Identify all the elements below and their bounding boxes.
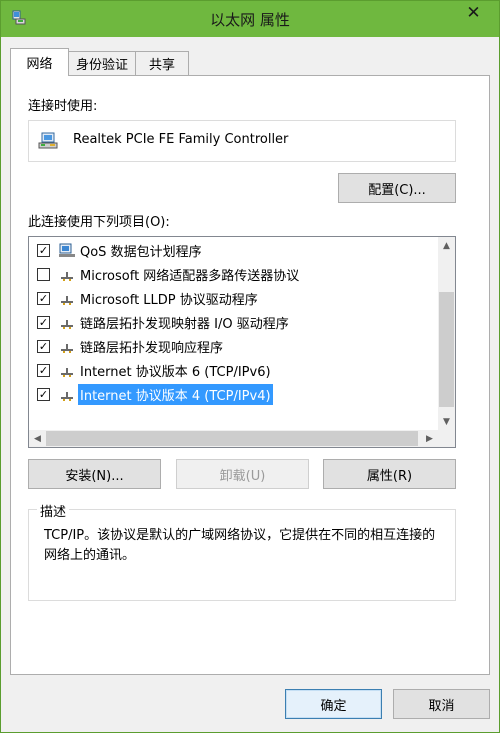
protocol-icon xyxy=(61,296,73,305)
item-label: QoS 数据包计划程序 xyxy=(80,244,202,260)
vertical-scroll-thumb[interactable] xyxy=(439,292,454,407)
title-bar[interactable]: 以太网 属性 ✕ xyxy=(1,1,499,37)
vertical-scrollbar[interactable]: ▲ ▼ xyxy=(438,237,455,430)
properties-button[interactable]: 属性(R) xyxy=(323,459,456,489)
install-button[interactable]: 安装(N)... xyxy=(28,459,161,489)
qos-scheduler-icon xyxy=(59,243,75,257)
protocol-icon xyxy=(61,344,73,353)
description-title: 描述 xyxy=(37,501,70,520)
close-button[interactable]: ✕ xyxy=(458,2,489,24)
checkbox-multiplexor[interactable] xyxy=(37,267,50,281)
horizontal-scrollbar[interactable]: ◀ ▶ xyxy=(29,430,455,447)
close-icon: ✕ xyxy=(466,3,481,23)
components-list[interactable]: ✓ QoS 数据包计划程序 Microsoft 网络适配器多路传送器协议 ✓ M… xyxy=(28,236,456,448)
tab-authentication-label: 身份验证 xyxy=(75,58,128,73)
list-item-selected[interactable]: ✓ Internet 协议版本 4 (TCP/IPv4) xyxy=(29,382,439,406)
list-item[interactable]: ✓ 链路层拓扑发现响应程序 xyxy=(29,334,439,358)
scroll-left-icon[interactable]: ◀ xyxy=(29,430,46,447)
scroll-right-icon[interactable]: ▶ xyxy=(421,430,438,447)
horizontal-scroll-thumb[interactable] xyxy=(46,431,418,446)
tab-authentication[interactable]: 身份验证 xyxy=(68,51,136,75)
protocol-icon xyxy=(61,272,73,281)
list-item[interactable]: ✓ Microsoft LLDP 协议驱动程序 xyxy=(29,286,439,310)
item-label: Internet 协议版本 6 (TCP/IPv6) xyxy=(80,364,271,380)
item-label: Microsoft 网络适配器多路传送器协议 xyxy=(80,268,300,284)
checkbox-ipv6[interactable]: ✓ xyxy=(37,363,50,377)
adapter-name: Realtek PCIe FE Family Controller xyxy=(73,132,289,147)
checkbox-lldp[interactable]: ✓ xyxy=(37,291,50,305)
cancel-button[interactable]: 取消 xyxy=(393,689,490,719)
tab-sharing-label: 共享 xyxy=(148,58,175,73)
ok-button-label: 确定 xyxy=(320,698,347,714)
list-item[interactable]: ✓ QoS 数据包计划程序 xyxy=(29,238,439,262)
tab-network-label: 网络 xyxy=(26,57,53,72)
list-item[interactable]: ✓ 链路层拓扑发现映射器 I/O 驱动程序 xyxy=(29,310,439,334)
item-label: 链路层拓扑发现响应程序 xyxy=(80,340,224,356)
list-item[interactable]: Microsoft 网络适配器多路传送器协议 xyxy=(29,262,439,286)
properties-button-label: 属性(R) xyxy=(366,468,413,484)
description-text: TCP/IP。该协议是默认的广域网络协议，它提供在不同的相互连接的网络上的通讯。 xyxy=(44,528,436,563)
checkbox-lltd-mapper[interactable]: ✓ xyxy=(37,315,50,329)
tab-sharing[interactable]: 共享 xyxy=(135,51,189,75)
connect-using-label: 连接时使用: xyxy=(28,99,98,114)
protocol-icon xyxy=(61,320,73,329)
properties-dialog: 以太网 属性 ✕ 网络 身份验证 共享 连接时使用: Realtek PCIe … xyxy=(0,0,500,733)
network-adapter-icon xyxy=(38,132,58,149)
checkbox-ipv4[interactable]: ✓ xyxy=(37,387,50,401)
uninstall-button[interactable]: 卸载(U) xyxy=(176,459,309,489)
scroll-down-icon[interactable]: ▼ xyxy=(438,413,455,430)
adapter-box: Realtek PCIe FE Family Controller xyxy=(28,120,456,162)
window-title: 以太网 属性 xyxy=(210,11,290,29)
protocol-icon xyxy=(61,392,73,401)
list-item[interactable]: ✓ Internet 协议版本 6 (TCP/IPv6) xyxy=(29,358,439,382)
item-label: Internet 协议版本 4 (TCP/IPv4) xyxy=(78,383,273,405)
checkbox-qos[interactable]: ✓ xyxy=(37,243,50,257)
uninstall-button-label: 卸载(U) xyxy=(219,468,266,484)
scroll-up-icon[interactable]: ▲ xyxy=(438,237,455,254)
configure-button-label: 配置(C)... xyxy=(368,182,426,198)
item-label: Microsoft LLDP 协议驱动程序 xyxy=(80,292,258,308)
tab-network[interactable]: 网络 xyxy=(10,48,69,76)
protocol-icon xyxy=(61,368,73,377)
checkbox-lltd-responder[interactable]: ✓ xyxy=(37,339,50,353)
ok-button[interactable]: 确定 xyxy=(285,689,382,719)
items-label: 此连接使用下列项目(O): xyxy=(28,215,170,230)
cancel-button-label: 取消 xyxy=(428,698,455,714)
description-group: 描述 TCP/IP。该协议是默认的广域网络协议，它提供在不同的相互连接的网络上的… xyxy=(28,501,456,601)
configure-button[interactable]: 配置(C)... xyxy=(338,173,456,203)
item-label: 链路层拓扑发现映射器 I/O 驱动程序 xyxy=(80,316,289,332)
install-button-label: 安装(N)... xyxy=(65,468,124,484)
